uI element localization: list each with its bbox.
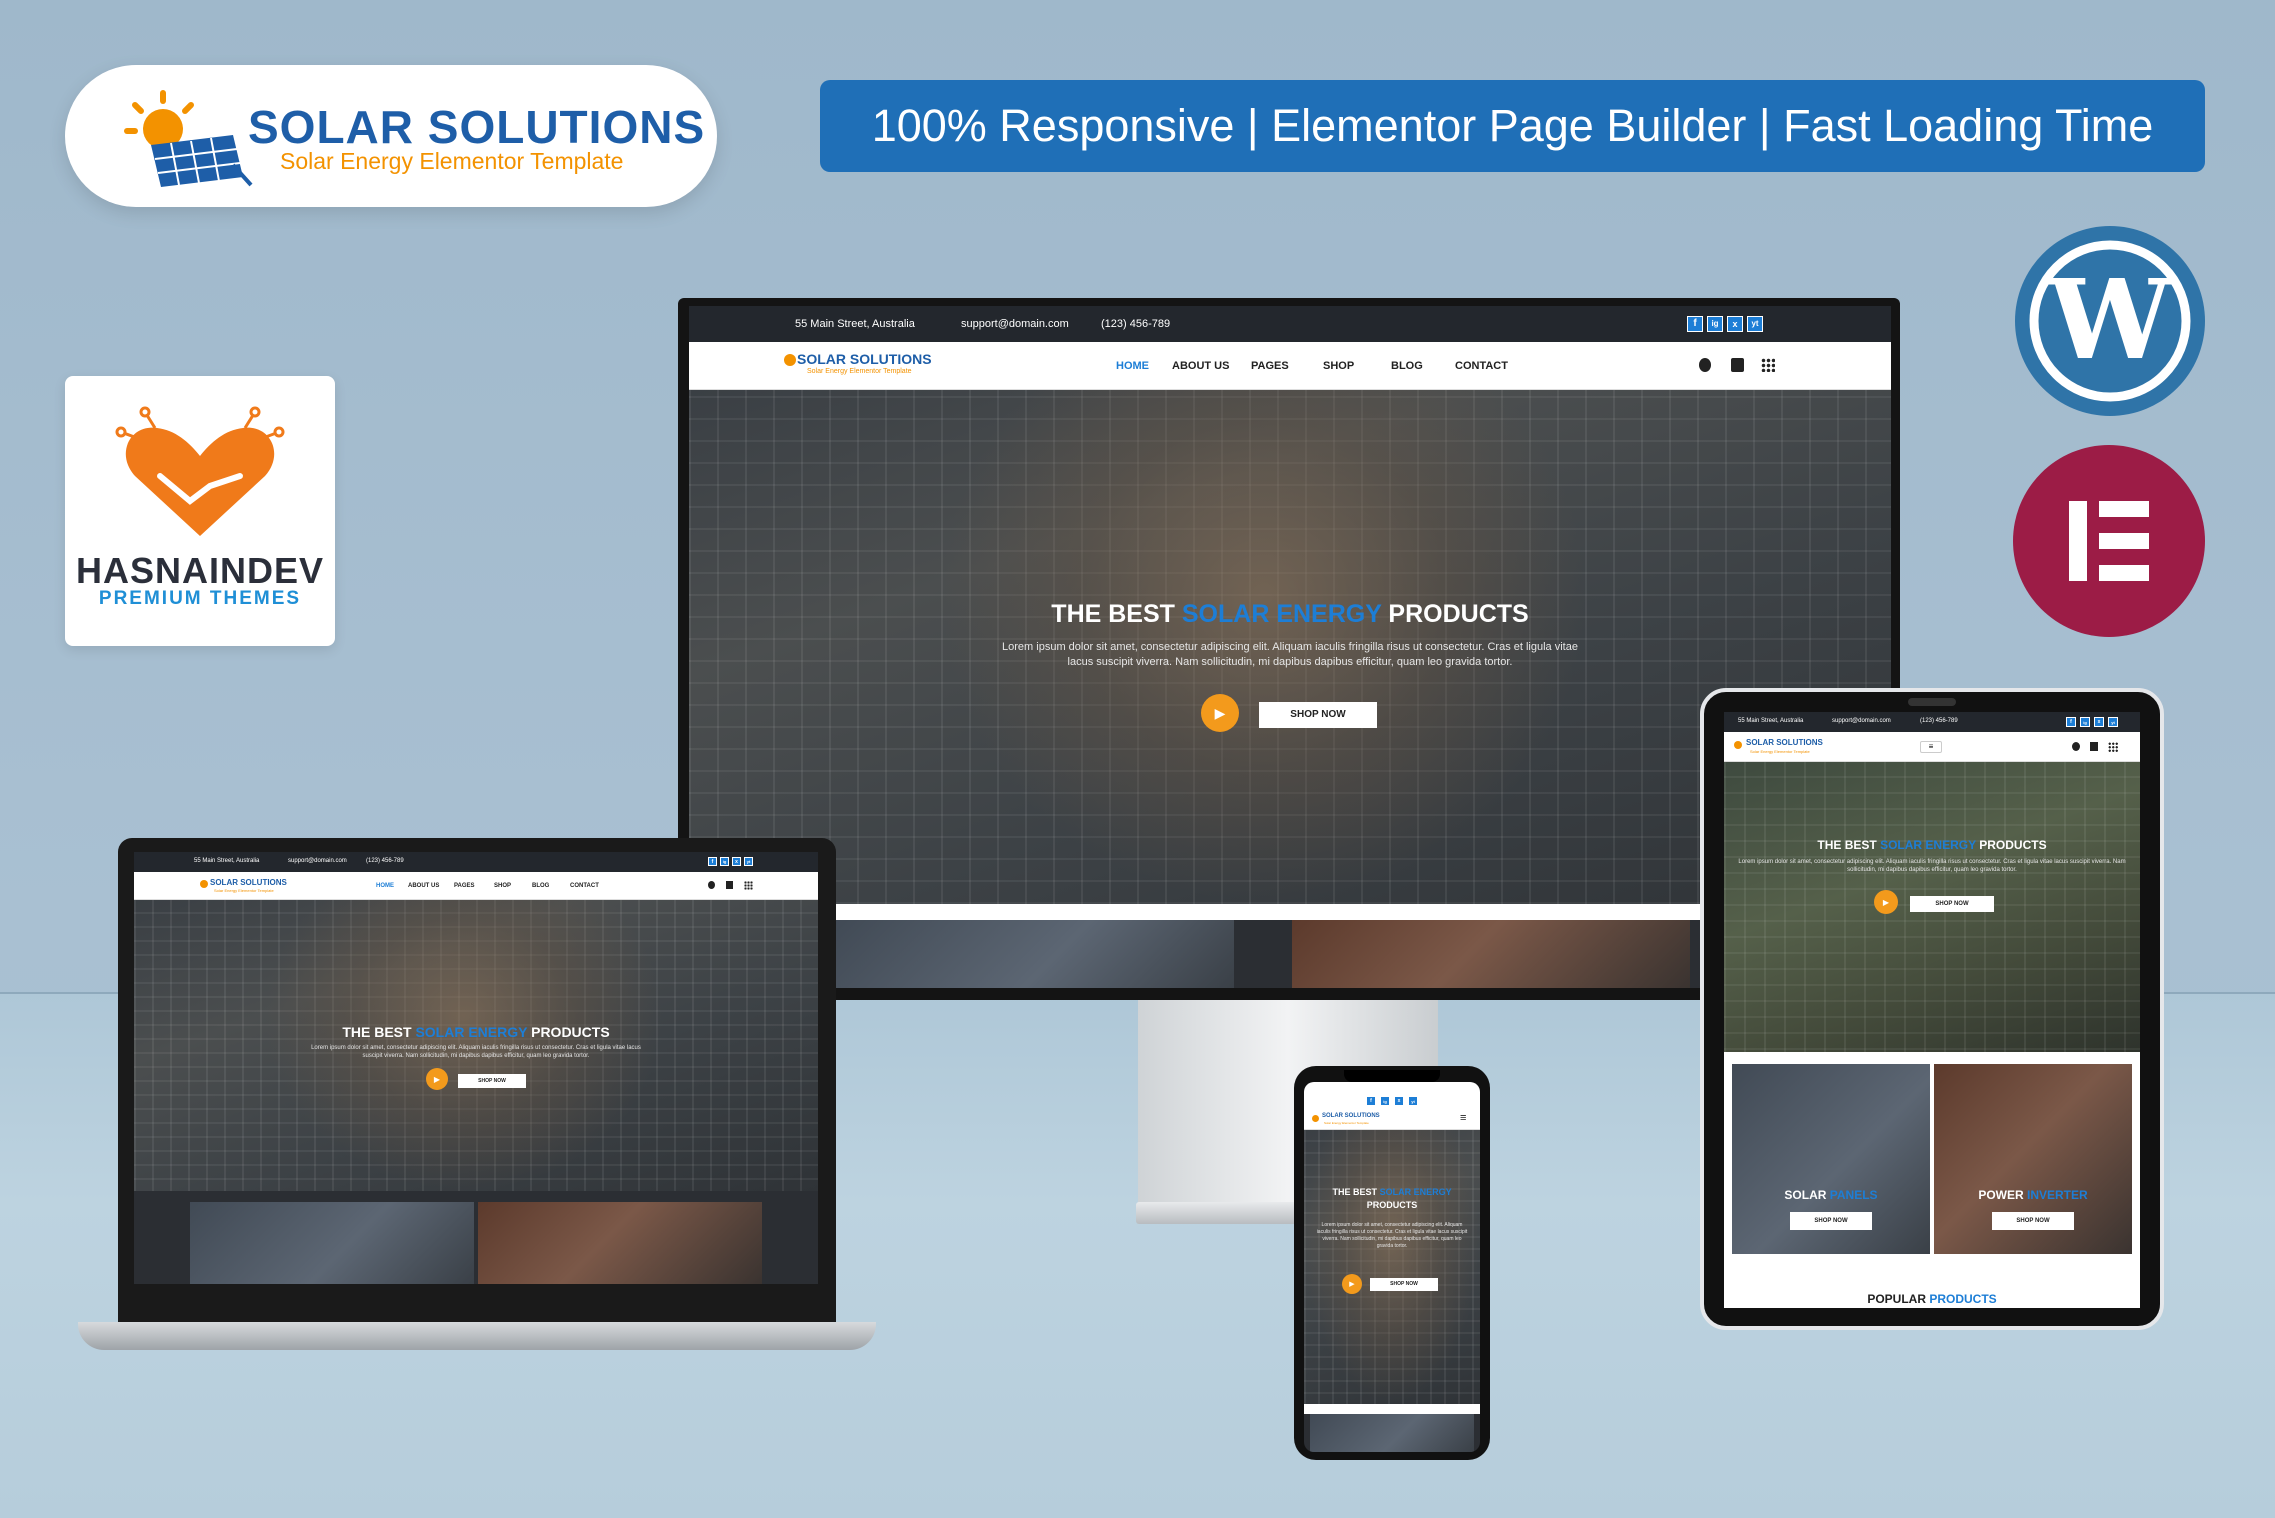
site-logo-subtitle: Solar Energy Elementor Template <box>807 368 912 375</box>
instagram-icon[interactable]: ig <box>1707 316 1723 332</box>
topbar-address: 55 Main Street, Australia <box>795 318 915 330</box>
play-video-icon[interactable]: ▶ <box>1342 1274 1362 1294</box>
nav-home[interactable]: HOME <box>1116 360 1149 372</box>
power-inverter-shop-button[interactable]: SHOP NOW <box>1992 1212 2074 1230</box>
hero-family-image <box>1304 1130 1480 1404</box>
topbar: 55 Main Street, Australia support@domain… <box>134 852 818 872</box>
solar-panels-tile[interactable]: SOLAR PANELS SHOP NOW <box>1732 1064 1930 1254</box>
topbar-phone[interactable]: (123) 456-789 <box>1101 318 1170 330</box>
popular-products-heading: POPULAR PRODUCTS <box>1867 1292 1997 1306</box>
nav-about-us[interactable]: ABOUT US <box>1172 360 1229 372</box>
topbar: f ig x yt <box>1304 1082 1480 1110</box>
main-nav: SOLAR SOLUTIONS Solar Energy Elementor T… <box>689 342 1891 390</box>
nav-shop[interactable]: SHOP <box>1323 360 1354 372</box>
facebook-icon[interactable]: f <box>708 857 717 866</box>
play-video-icon[interactable]: ▶ <box>1201 694 1239 732</box>
youtube-icon[interactable]: yt <box>744 857 753 866</box>
instagram-icon[interactable]: ig <box>1380 1096 1390 1106</box>
elementor-logo-icon <box>2013 445 2205 637</box>
facebook-icon[interactable]: f <box>1366 1096 1376 1106</box>
developer-tagline: PREMIUM THEMES <box>98 588 302 609</box>
sun-icon <box>784 354 796 366</box>
feature-banner: 100% Responsive | Elementor Page Builder… <box>820 80 2205 172</box>
hero-section: THE BEST SOLAR ENERGY PRODUCTS Lorem ips… <box>1304 1130 1480 1404</box>
developer-card: HASNAINDEV PREMIUM THEMES <box>65 376 335 646</box>
hero-title: THE BEST SOLAR ENERGY PRODUCTS <box>1817 838 2047 852</box>
apps-grid-icon[interactable] <box>744 881 753 890</box>
nav-blog[interactable]: BLOG <box>1391 360 1423 372</box>
hero-shop-now-button[interactable]: SHOP NOW <box>1259 702 1377 728</box>
facebook-icon[interactable]: f <box>1687 316 1703 332</box>
main-nav: SOLAR SOLUTIONS Solar Energy Elementor T… <box>1724 732 2140 762</box>
hero-shop-now-button[interactable]: SHOP NOW <box>458 1074 526 1088</box>
topbar-email[interactable]: support@domain.com <box>961 318 1069 330</box>
youtube-icon[interactable]: yt <box>1408 1096 1418 1106</box>
solar-panels-shop-button[interactable]: SHOP NOW <box>1790 1212 1872 1230</box>
tablet-camera <box>1908 698 1956 706</box>
brand-subtitle: Solar Energy Elementor Template <box>280 148 624 174</box>
youtube-icon[interactable]: yt <box>1747 316 1763 332</box>
solar-panels-tile[interactable] <box>836 920 1234 988</box>
cart-icon[interactable] <box>726 881 733 889</box>
x-twitter-icon[interactable]: x <box>1727 316 1743 332</box>
topbar: 55 Main Street, Australia support@domain… <box>689 306 1891 342</box>
apps-grid-icon[interactable] <box>2108 742 2118 752</box>
wordpress-logo-icon: W <box>2015 226 2205 416</box>
power-inverter-tile[interactable] <box>478 1202 762 1284</box>
hamburger-menu-icon[interactable]: ≡ <box>1460 1112 1466 1124</box>
apps-grid-icon[interactable] <box>1761 358 1775 372</box>
hero-title: THE BEST SOLAR ENERGY PRODUCTS <box>342 1024 610 1040</box>
hero-section: THE BEST SOLAR ENERGY PRODUCTS Lorem ips… <box>1724 762 2140 1052</box>
hero-description: Lorem ipsum dolor sit amet, consectetur … <box>1002 641 1578 668</box>
cart-icon[interactable] <box>1731 358 1744 372</box>
user-icon[interactable] <box>1699 358 1711 372</box>
hero-title: THE BEST SOLAR ENERGY PRODUCTS <box>1051 600 1529 628</box>
nav-pages[interactable]: PAGES <box>1251 360 1289 372</box>
brand-title: SOLAR SOLUTIONS <box>248 101 706 153</box>
user-icon[interactable] <box>2072 742 2080 751</box>
user-icon[interactable] <box>708 881 715 889</box>
main-nav: SOLAR SOLUTIONS Solar Energy Elementor T… <box>134 872 818 900</box>
developer-name: HASNAINDEV <box>75 550 325 591</box>
handshake-heart-icon <box>115 406 285 536</box>
facebook-icon[interactable]: f <box>2066 717 2076 727</box>
hero-shop-now-button[interactable]: SHOP NOW <box>1910 896 1994 912</box>
nav-contact[interactable]: CONTACT <box>1455 360 1508 372</box>
sun-icon <box>1312 1115 1319 1122</box>
laptop-base <box>78 1322 876 1350</box>
site-logo[interactable]: SOLAR SOLUTIONS <box>797 351 932 367</box>
svg-text:W: W <box>2047 255 2173 384</box>
laptop-screen: 55 Main Street, Australia support@domain… <box>134 852 818 1284</box>
cart-icon[interactable] <box>2090 742 2098 751</box>
instagram-icon[interactable]: ig <box>720 857 729 866</box>
phone-screen: f ig x yt SOLAR SOLUTIONS Solar Energy E… <box>1304 1082 1480 1452</box>
play-video-icon[interactable]: ▶ <box>1874 890 1898 914</box>
tablet-screen: 55 Main Street, Australia support@domain… <box>1724 712 2140 1308</box>
x-twitter-icon[interactable]: x <box>732 857 741 866</box>
menu-toggle-icon[interactable]: ≡ <box>1920 741 1942 753</box>
youtube-icon[interactable]: yt <box>2108 717 2118 727</box>
x-twitter-icon[interactable]: x <box>2094 717 2104 727</box>
hero-title: THE BEST SOLAR ENERGY PRODUCTS <box>1332 1187 1452 1210</box>
solar-panels-tile[interactable] <box>190 1202 474 1284</box>
topbar: 55 Main Street, Australia support@domain… <box>1724 712 2140 732</box>
main-nav: SOLAR SOLUTIONS Solar Energy Elementor T… <box>1304 1110 1480 1130</box>
x-twitter-icon[interactable]: x <box>1394 1096 1404 1106</box>
hero-shop-now-button[interactable]: SHOP NOW <box>1370 1278 1438 1291</box>
sun-icon <box>1734 741 1742 749</box>
sun-panel-logo-icon <box>124 90 253 187</box>
hero-section: THE BEST SOLAR ENERGY PRODUCTS Lorem ips… <box>134 900 818 1191</box>
power-inverter-tile[interactable]: POWER INVERTER SHOP NOW <box>1934 1064 2132 1254</box>
power-inverter-tile[interactable] <box>1292 920 1690 988</box>
play-video-icon[interactable]: ▶ <box>426 1068 448 1090</box>
instagram-icon[interactable]: ig <box>2080 717 2090 727</box>
solar-panels-tile[interactable] <box>1310 1414 1474 1452</box>
phone-notch <box>1344 1070 1440 1082</box>
sun-icon <box>200 880 208 888</box>
